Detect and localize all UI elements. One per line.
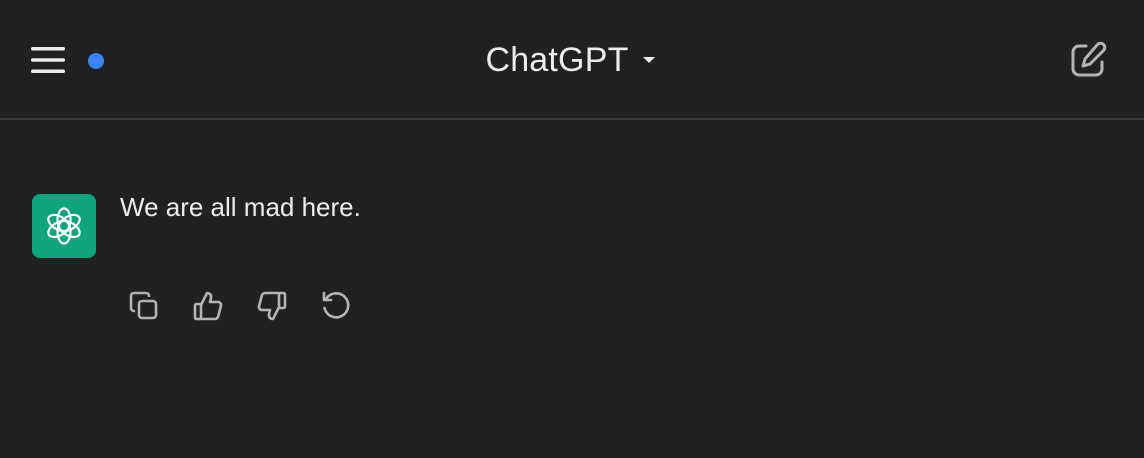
model-selector[interactable]: ChatGPT [470,38,674,82]
regenerate-icon [322,291,350,319]
notification-dot [88,53,104,69]
menu-button[interactable] [28,40,68,80]
app-title: ChatGPT [485,40,629,79]
message-text: We are all mad here. [120,192,361,222]
menu-icon [31,47,65,73]
openai-logo-icon [47,207,81,245]
copy-icon [129,291,158,320]
assistant-message: We are all mad here. [32,192,1112,334]
thumbs-down-icon [257,291,287,321]
thumbs-down-button[interactable] [254,288,290,324]
regenerate-button[interactable] [318,288,354,324]
assistant-avatar [32,194,96,258]
top-bar: ChatGPT [0,0,1144,120]
thumbs-up-icon [193,291,223,321]
chevron-down-icon [642,57,655,63]
new-chat-button[interactable] [1066,40,1110,80]
thumbs-up-button[interactable] [190,288,226,324]
message-actions [126,288,354,324]
new-chat-icon [1071,41,1107,77]
copy-button[interactable] [126,288,162,324]
